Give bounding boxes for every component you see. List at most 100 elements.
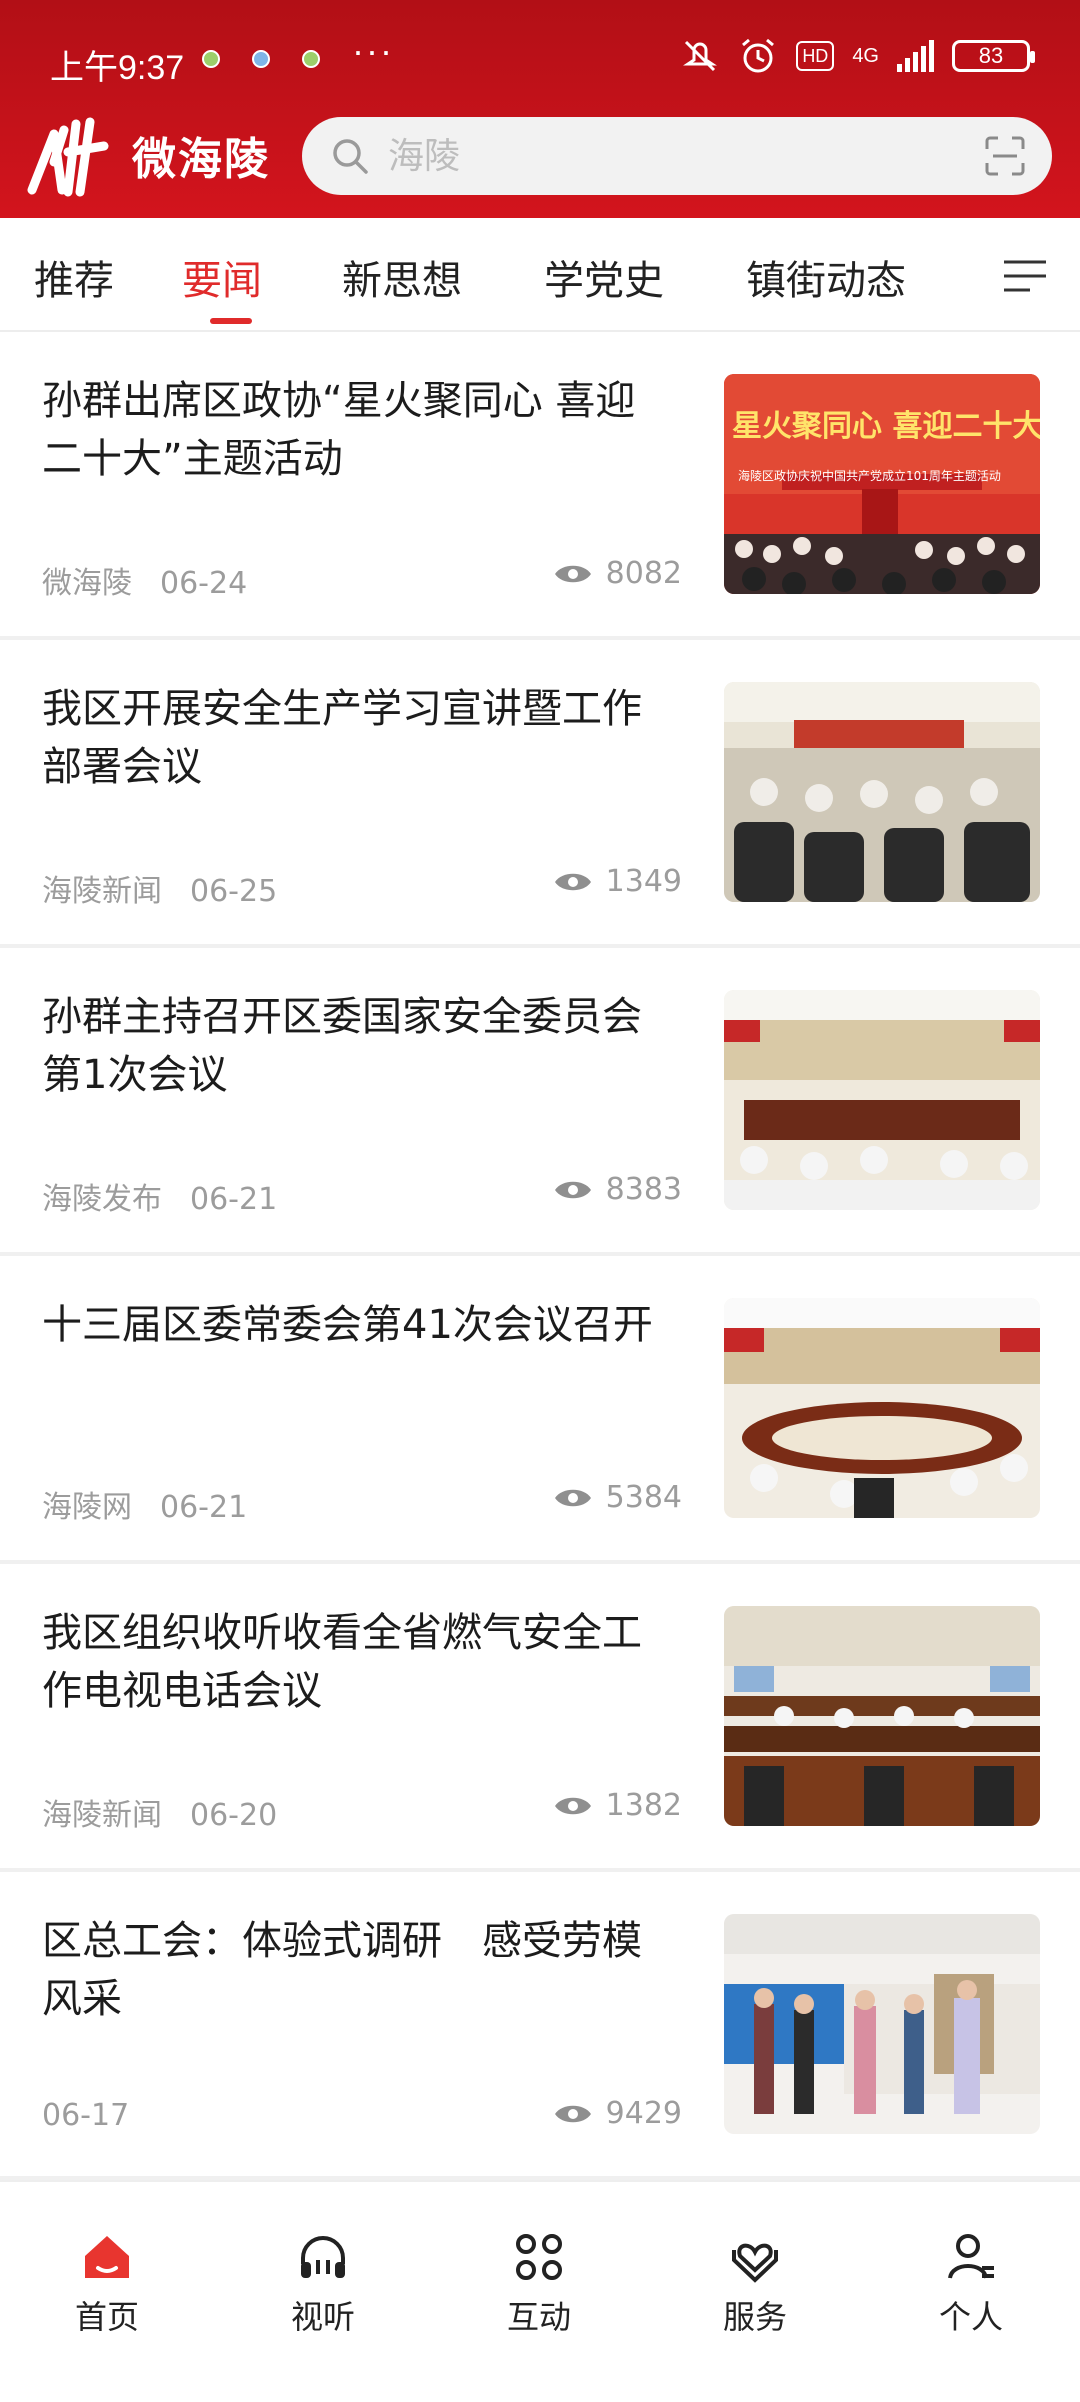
eye-icon (554, 1797, 591, 1814)
view-count: 1382 (605, 1788, 682, 1823)
news-title: 十三届区委常委会第41次会议召开 (42, 1302, 653, 1348)
news-title: 孙群主持召开区委国家安全委员会第1次会议 (42, 994, 642, 1098)
logo-mark-icon (27, 117, 109, 197)
eye-icon (554, 2105, 591, 2122)
news-date: 06-25 (190, 874, 278, 909)
news-views: 5384 (554, 1480, 682, 1515)
more-notifications: ··· (352, 30, 394, 71)
news-thumbnail (724, 1914, 1040, 2134)
news-item[interactable]: 孙群主持召开区委国家安全委员会第1次会议 海陵发布 06-21 8383 (0, 948, 1080, 1256)
home-icon (85, 2236, 129, 2278)
news-source: 海陵新闻 (42, 1798, 162, 1833)
news-date: 06-20 (190, 1798, 278, 1833)
news-meta: 海陵发布 06-21 (42, 1174, 277, 1218)
news-item[interactable]: 我区开展安全生产学习宣讲暨工作部署会议 海陵新闻 06-25 1349 (0, 640, 1080, 948)
eye-icon (554, 873, 591, 890)
news-thumbnail (724, 1606, 1040, 1826)
news-source: 微海陵 (42, 566, 132, 601)
news-date: 06-21 (190, 1182, 278, 1217)
news-title: 我区组织收听收看全省燃气安全工作电视电话会议 (42, 1610, 642, 1714)
app-header: 上午9:37 ··· HD 4G 83 微海陵 (0, 0, 1080, 218)
news-views: 9429 (554, 2096, 682, 2131)
status-icons: HD 4G 83 (680, 36, 1035, 76)
news-thumbnail (724, 1298, 1040, 1518)
battery-level: 83 (978, 43, 1004, 68)
news-thumbnail: 星火聚同心 喜迎二十大 海陵区政协庆祝中国共产党成立101周年主题活动 (724, 374, 1040, 594)
tab-recommend[interactable]: 推荐 (34, 248, 114, 306)
nav-profile[interactable]: 个人 (896, 2230, 1046, 2338)
view-count: 9429 (605, 2096, 682, 2131)
bottom-navigation: 首页 视听 互动 服务 个人 (0, 2180, 1080, 2402)
news-thumbnail (724, 682, 1040, 902)
channel-menu-icon[interactable] (1002, 256, 1048, 296)
eye-icon (554, 565, 591, 582)
news-item[interactable]: 我区组织收听收看全省燃气安全工作电视电话会议 海陵新闻 06-20 1382 (0, 1564, 1080, 1872)
nav-label: 视听 (290, 2298, 355, 2336)
news-source: 海陵新闻 (42, 874, 162, 909)
search-input[interactable] (386, 134, 950, 178)
news-meta: 海陵新闻 06-20 (42, 1790, 277, 1834)
news-meta: 06-17 (42, 2098, 129, 2133)
nav-services[interactable]: 服务 (680, 2230, 830, 2338)
eye-icon (554, 1489, 591, 1506)
signal-icon (897, 40, 934, 72)
news-views: 1382 (554, 1788, 682, 1823)
alarm-icon (742, 38, 775, 73)
view-count: 1349 (605, 864, 682, 899)
view-count: 8383 (605, 1172, 682, 1207)
brand-logo: 微海陵 (24, 112, 284, 198)
view-count: 5384 (605, 1480, 682, 1515)
hd-badge: HD (796, 41, 835, 71)
search-icon (333, 139, 368, 174)
status-bar: 上午9:37 ··· HD 4G 83 (0, 0, 1080, 110)
search-bar[interactable] (302, 117, 1052, 195)
news-views: 8082 (554, 556, 682, 591)
user-icon (948, 2234, 994, 2279)
news-date: 06-17 (42, 2098, 130, 2133)
news-date: 06-21 (160, 1490, 248, 1525)
heart-hands-icon (732, 2243, 778, 2283)
news-meta: 海陵网 06-21 (42, 1482, 247, 1526)
news-meta: 微海陵 06-24 (42, 558, 247, 602)
brand-name: 微海陵 (132, 134, 270, 185)
grid-icon (516, 2234, 562, 2280)
news-source: 海陵网 (42, 1490, 132, 1525)
news-item[interactable]: 区总工会：体验式调研 感受劳模风采 06-17 9429 (0, 1872, 1080, 2180)
tab-party-history[interactable]: 学党史 (544, 248, 664, 306)
notification-icon (302, 50, 320, 68)
news-views: 8383 (554, 1172, 682, 1207)
notification-icon (202, 50, 220, 68)
scan-icon[interactable] (984, 135, 1026, 177)
notification-icon (252, 50, 270, 68)
nav-home[interactable]: 首页 (32, 2230, 182, 2338)
eye-icon (554, 1181, 591, 1198)
nav-label: 首页 (74, 2298, 139, 2336)
news-thumbnail (724, 990, 1040, 1210)
thumb-banner-slogan: 星火聚同心 喜迎二十大 (732, 409, 1040, 444)
news-title: 孙群出席区政协“星火聚同心 喜迎二十大”主题活动 (42, 378, 636, 482)
tab-headlines[interactable]: 要闻 (182, 248, 262, 306)
news-date: 06-24 (160, 566, 248, 601)
nav-label: 服务 (722, 2298, 787, 2336)
channel-tabs: 推荐 要闻 新思想 学党史 镇街动态 (0, 218, 1080, 332)
thumb-banner-subtitle: 海陵区政协庆祝中国共产党成立101周年主题活动 (738, 468, 1001, 483)
nav-audio-video[interactable]: 视听 (248, 2230, 398, 2338)
status-time: 上午9:37 (50, 49, 185, 87)
news-title: 区总工会：体验式调研 感受劳模风采 (42, 1918, 642, 2022)
news-source: 海陵发布 (42, 1182, 162, 1217)
nav-interact[interactable]: 互动 (464, 2230, 614, 2338)
news-item[interactable]: 十三届区委常委会第41次会议召开 海陵网 06-21 5384 (0, 1256, 1080, 1564)
tab-town-news[interactable]: 镇街动态 (746, 248, 906, 306)
news-item[interactable]: 孙群出席区政协“星火聚同心 喜迎二十大”主题活动 微海陵 06-24 8082 星… (0, 332, 1080, 640)
nav-label: 个人 (938, 2298, 1003, 2336)
news-title: 我区开展安全生产学习宣讲暨工作部署会议 (42, 686, 642, 790)
news-meta: 海陵新闻 06-25 (42, 866, 277, 910)
tab-new-thought[interactable]: 新思想 (342, 248, 462, 306)
view-count: 8082 (605, 556, 682, 591)
battery-icon: 83 (952, 40, 1035, 72)
nav-label: 互动 (506, 2298, 571, 2336)
headphones-icon (301, 2236, 345, 2278)
active-tab-indicator (210, 318, 252, 324)
news-views: 1349 (554, 864, 682, 899)
network-type: 4G (852, 45, 879, 67)
